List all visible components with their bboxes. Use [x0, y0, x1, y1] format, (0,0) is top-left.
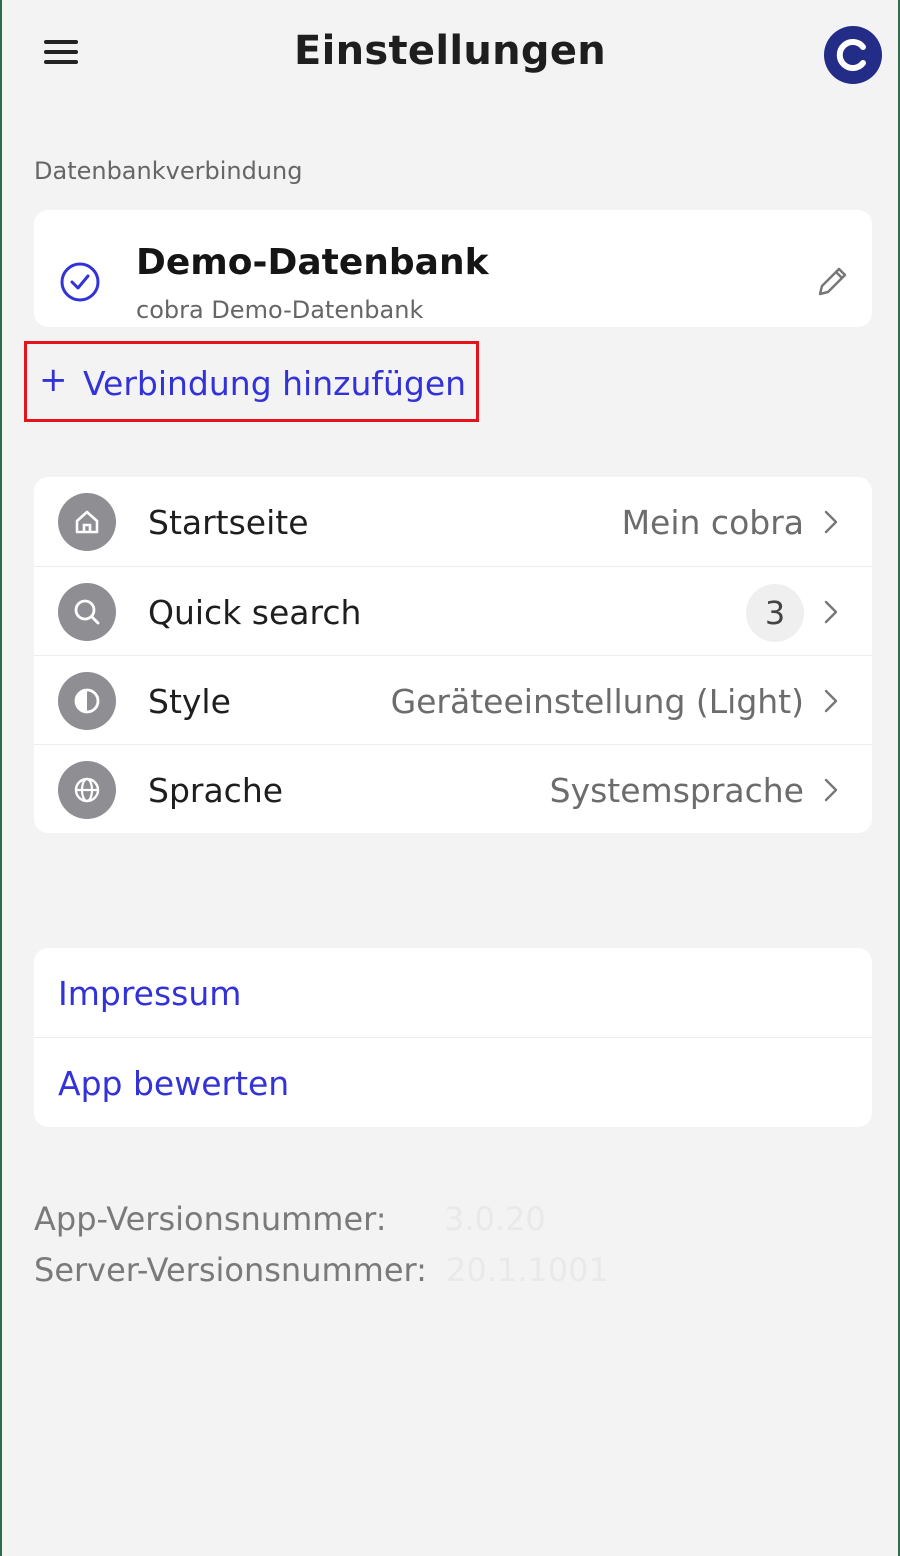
links-list: Impressum App bewerten — [34, 948, 872, 1127]
plus-icon: + — [39, 360, 68, 400]
pencil-icon[interactable] — [812, 262, 852, 306]
database-subtitle: cobra Demo-Datenbank — [136, 296, 424, 324]
database-connection-card[interactable]: Demo-Datenbank cobra Demo-Datenbank — [34, 210, 872, 327]
app-header: Einstellungen — [2, 0, 898, 110]
settings-row-value: Systemsprache — [549, 771, 804, 810]
chevron-right-icon — [824, 689, 838, 717]
page-title: Einstellungen — [293, 28, 607, 74]
divider — [34, 1037, 872, 1038]
rate-app-link[interactable]: App bewerten — [58, 1064, 289, 1103]
settings-row-label: Sprache — [148, 771, 284, 810]
settings-screen: Einstellungen Datenbankverbindung Demo-D… — [0, 0, 900, 1556]
app-version-value: 3.0.20 — [444, 1200, 546, 1238]
settings-row-label: Style — [148, 682, 231, 721]
settings-row-startseite[interactable]: Startseite Mein cobra — [34, 477, 872, 566]
database-name: Demo-Datenbank — [136, 242, 489, 283]
cobra-logo-icon[interactable] — [824, 26, 882, 84]
check-circle-icon — [58, 260, 102, 308]
home-icon — [58, 493, 116, 551]
impressum-link[interactable]: Impressum — [58, 974, 241, 1013]
chevron-right-icon — [824, 510, 838, 538]
globe-icon — [58, 761, 116, 819]
chevron-right-icon — [824, 600, 838, 628]
settings-list: Startseite Mein cobra Quick search 3 Sty… — [34, 477, 872, 833]
app-version: App-Versionsnummer: 3.0.20 — [34, 1200, 546, 1238]
settings-row-label: Quick search — [148, 593, 362, 632]
server-version: Server-Versionsnummer: 20.1.1001 — [34, 1251, 609, 1289]
settings-row-sprache[interactable]: Sprache Systemsprache — [34, 744, 872, 833]
add-connection-label: Verbindung hinzufügen — [83, 364, 467, 403]
settings-row-quick-search[interactable]: Quick search 3 — [34, 566, 872, 655]
section-label-database: Datenbankverbindung — [34, 157, 303, 185]
app-version-label: App-Versionsnummer: — [34, 1200, 387, 1238]
count-badge: 3 — [746, 584, 804, 642]
settings-row-style[interactable]: Style Geräteeinstellung (Light) — [34, 655, 872, 744]
settings-row-label: Startseite — [148, 503, 309, 542]
contrast-icon — [58, 672, 116, 730]
chevron-right-icon — [824, 778, 838, 806]
server-version-value: 20.1.1001 — [446, 1251, 609, 1289]
search-icon — [58, 583, 116, 641]
settings-row-value: Mein cobra — [621, 503, 804, 542]
add-connection-button[interactable]: + Verbindung hinzufügen — [24, 341, 479, 422]
server-version-label: Server-Versionsnummer: — [34, 1251, 427, 1289]
settings-row-value: Geräteeinstellung (Light) — [390, 682, 804, 721]
